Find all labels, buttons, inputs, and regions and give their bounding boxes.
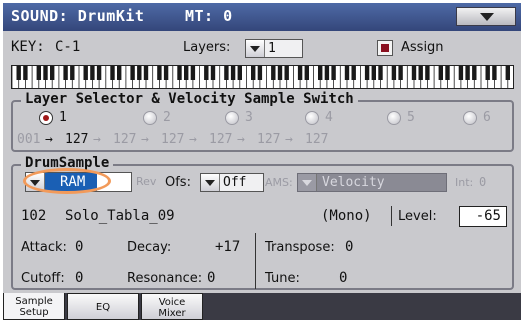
layer-number: 1 (59, 110, 67, 125)
offset-value: Off (223, 175, 247, 190)
layer-selector-title: Layer Selector & Velocity Sample Switch (21, 91, 358, 107)
layer-number: 3 (245, 110, 253, 125)
key-value[interactable]: C-1 (55, 39, 80, 55)
sample-mode: (Mono) (321, 208, 372, 224)
level-field[interactable]: -65 (459, 206, 507, 227)
reverse-label: Rev (136, 175, 157, 188)
layer-radio-3[interactable] (225, 111, 239, 125)
highlight-callout-oval (23, 168, 111, 194)
arrow-right-icon: → (285, 132, 293, 147)
layer-radio-5[interactable] (387, 111, 401, 125)
intensity-label: Int: (455, 176, 474, 189)
velocity-value[interactable]: 001 (17, 132, 40, 147)
layers-dropdown[interactable]: 1 (245, 39, 303, 58)
tab-sample-setup[interactable]: Sample Setup (3, 293, 65, 320)
offset-dropdown[interactable]: Off (200, 173, 264, 192)
checkbox-checked-icon (381, 44, 389, 52)
keyboard-key-selector[interactable] (11, 65, 514, 89)
chevron-down-icon (298, 174, 317, 191)
attack-label: Attack: (21, 240, 67, 255)
ams-dropdown: Velocity (297, 173, 447, 192)
sample-name[interactable]: Solo_Tabla_09 (65, 208, 175, 224)
sound-drumkit-screen: SOUND: DrumKit MT: 0 KEY: C-1 Layers: 1 … (3, 3, 521, 320)
layer-number: 2 (163, 110, 171, 125)
arrow-right-icon: → (189, 132, 197, 147)
assign-label: Assign (401, 40, 444, 55)
transpose-label: Transpose: (265, 240, 335, 255)
layer-number: 6 (483, 110, 491, 125)
decay-label: Decay: (127, 240, 172, 255)
sample-number[interactable]: 102 (21, 208, 46, 224)
tab-bar: Sample Setup EQ Voice Mixer (3, 293, 521, 320)
arrow-right-icon: → (45, 132, 53, 147)
resonance-label: Resonance: (127, 271, 203, 286)
level-value: -65 (475, 208, 501, 224)
mt-indicator: MT: 0 (185, 7, 233, 25)
attack-value[interactable]: 0 (75, 239, 83, 255)
cutoff-value[interactable]: 0 (75, 270, 83, 286)
page-title: SOUND: DrumKit (11, 7, 145, 25)
layers-value: 1 (268, 41, 276, 56)
resonance-value[interactable]: 0 (207, 270, 215, 286)
offset-label: Ofs: (165, 175, 191, 190)
level-label: Level: (398, 209, 437, 224)
intensity-value: 0 (479, 175, 487, 189)
piano-keyboard-icon (11, 66, 510, 88)
tune-label: Tune: (265, 271, 300, 286)
velocity-value[interactable]: 127 (257, 132, 280, 147)
ams-value: Velocity (322, 175, 385, 190)
velocity-value[interactable]: 127 (161, 132, 184, 147)
transpose-value[interactable]: 0 (345, 239, 353, 255)
arrow-right-icon: → (237, 132, 245, 147)
layer-radio-6[interactable] (463, 111, 477, 125)
tune-value[interactable]: 0 (339, 270, 347, 286)
chevron-down-icon (246, 40, 265, 57)
key-label: KEY: (11, 39, 45, 55)
page-menu-button[interactable] (456, 7, 516, 26)
layer-radio-4[interactable] (305, 111, 319, 125)
ams-label: AMS: (265, 176, 293, 189)
chevron-down-icon (480, 13, 494, 21)
layer-radio-2[interactable] (143, 111, 157, 125)
layers-label: Layers: (183, 40, 231, 55)
tab-label-line2: Setup (19, 307, 49, 318)
tab-label-line2: Mixer (158, 308, 186, 319)
arrow-right-icon: → (141, 132, 149, 147)
cutoff-label: Cutoff: (21, 271, 65, 286)
tab-voice-mixer[interactable]: Voice Mixer (141, 293, 203, 320)
decay-value[interactable]: +17 (215, 239, 240, 255)
velocity-value[interactable]: 127 (113, 132, 136, 147)
title-bar: SOUND: DrumKit MT: 0 (3, 3, 521, 31)
velocity-value[interactable]: 127 (209, 132, 232, 147)
velocity-value[interactable]: 127 (65, 132, 88, 147)
layer-number: 5 (407, 110, 415, 125)
layer-radio-1[interactable] (39, 111, 53, 125)
assign-checkbox[interactable] (377, 40, 393, 56)
layer-number: 4 (325, 110, 333, 125)
tab-label-line1: Sample (15, 296, 53, 307)
tab-label-line1: EQ (95, 302, 111, 313)
divider (391, 206, 392, 226)
tab-label-line1: Voice (158, 297, 186, 308)
divider (255, 233, 256, 289)
chevron-down-icon (201, 174, 220, 191)
arrow-right-icon: → (93, 132, 101, 147)
velocity-value[interactable]: 127 (305, 132, 328, 147)
tab-eq[interactable]: EQ (67, 293, 139, 320)
